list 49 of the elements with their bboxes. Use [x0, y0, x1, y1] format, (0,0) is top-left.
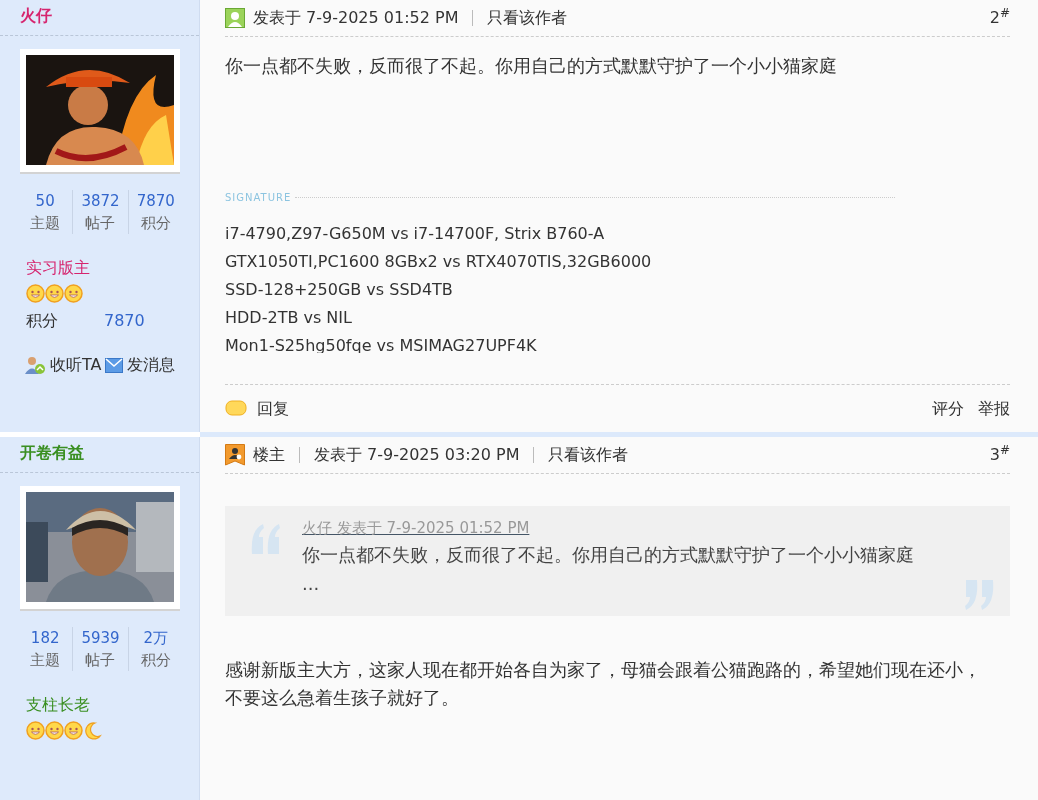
stat-label: 积分 — [139, 213, 172, 234]
smiley-icon — [26, 721, 45, 740]
speech-bubble-icon[interactable] — [225, 399, 247, 418]
post-text: 感谢新版主大方，这家人现在都开始各自为家了，母猫会跟着公猫跑路的，希望她们现在还小，不要这么急着生孩子就好了。 — [225, 658, 982, 710]
smiley-icon — [64, 284, 83, 303]
floor-number[interactable]: 3$^{#}$ — [989, 443, 1010, 467]
author-only-link[interactable]: 只看该作者 — [487, 6, 568, 30]
stat-label: 帖子 — [84, 650, 117, 671]
signature-line: HDD-2TB vs NIL — [225, 307, 353, 329]
signature-line: GTX1050TI,PC1600 8GBx2 vs RTX4070TIS,32GB6000 — [225, 251, 653, 273]
follow-link[interactable]: 收听TA — [50, 353, 102, 377]
post-action-link[interactable]: 评分 — [932, 396, 964, 421]
smiley-icon — [26, 284, 45, 303]
stat-label: 主题 — [29, 213, 62, 234]
moon-icon — [83, 721, 102, 740]
smiley-icon — [45, 284, 64, 303]
signature-line: i7-4790,Z97-G650M vs i7-14700F, Strix B760-A — [225, 223, 606, 245]
author-label: 楼主 — [253, 444, 285, 466]
stat-value[interactable]: 7870 — [128, 190, 183, 212]
user-name-link[interactable]: 火仔 — [20, 6, 52, 25]
user-icon — [225, 444, 245, 466]
envelope-icon[interactable] — [105, 357, 124, 373]
stat-value[interactable]: 3872 — [73, 190, 128, 212]
smiley-icon — [45, 721, 64, 740]
signature-label: SIGNATURE — [225, 190, 895, 205]
people-icon[interactable] — [24, 355, 46, 375]
points-label: 积分 — [26, 310, 58, 332]
user-group: 实习版主 — [26, 256, 199, 280]
post-action-link[interactable]: 举报 — [978, 396, 1010, 421]
user-group: 支柱长老 — [26, 693, 199, 717]
post-date: 发表于 7-9-2025 03:20 PM — [314, 444, 520, 466]
quote-text: 你一点都不失败，反而很了不起。你用自己的方式默默守护了一个小小猫家庭 ... — [302, 543, 915, 596]
post-date: 发表于 7-9-2025 01:52 PM — [253, 7, 459, 29]
signature-line: SSD-128+250GB vs SSD4TB — [225, 279, 454, 301]
author-only-link[interactable]: 只看该作者 — [548, 443, 629, 467]
message-link[interactable]: 发消息 — [127, 353, 176, 377]
post-text: 你一点都不失败，反而很了不起。你用自己的方式默默守护了一个小小猫家庭 — [225, 54, 838, 78]
reply-link[interactable]: 回复 — [257, 396, 289, 421]
stat-label: 积分 — [139, 650, 172, 671]
smiley-icon — [64, 721, 83, 740]
stat-label: 主题 — [29, 650, 62, 671]
floor-number[interactable]: 2$^{#}$ — [989, 6, 1010, 30]
stat-value[interactable]: 2万 — [128, 627, 183, 649]
stat-value[interactable]: 50 — [18, 190, 73, 212]
user-icon — [225, 8, 245, 28]
stat-label: 帖子 — [84, 213, 117, 234]
points-value: 7870 — [104, 310, 145, 332]
stat-value[interactable]: 182 — [18, 627, 73, 649]
stat-value[interactable]: 5939 — [73, 627, 128, 649]
